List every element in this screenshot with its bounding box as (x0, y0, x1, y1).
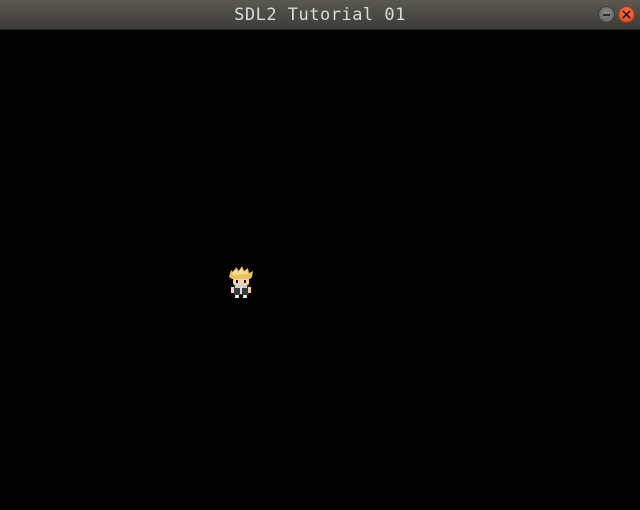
app-window: SDL2 Tutorial 01 (0, 0, 640, 510)
close-button[interactable] (618, 6, 635, 23)
window-title: SDL2 Tutorial 01 (234, 5, 406, 25)
minimize-button[interactable] (598, 6, 615, 23)
title-bar[interactable]: SDL2 Tutorial 01 (0, 0, 640, 30)
character-sprite (229, 266, 253, 298)
close-icon (622, 10, 631, 19)
game-canvas[interactable] (0, 30, 640, 510)
